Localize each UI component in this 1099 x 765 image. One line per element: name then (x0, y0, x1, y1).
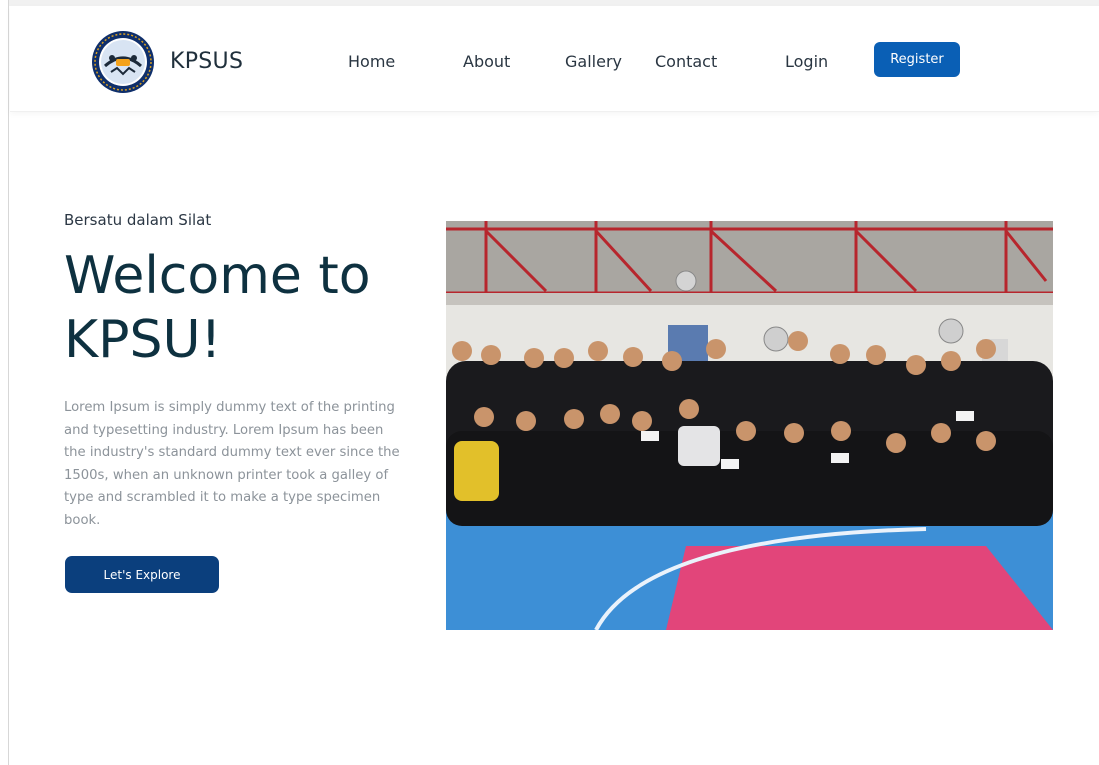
nav-link-gallery[interactable]: Gallery (565, 52, 622, 71)
nav-link-login[interactable]: Login (785, 52, 828, 71)
hero-title: Welcome to KPSU! (64, 244, 424, 372)
nav-link-contact[interactable]: Contact (655, 52, 717, 71)
hero-description: Lorem Ipsum is simply dummy text of the … (64, 400, 400, 528)
kpsus-emblem-icon[interactable] (91, 30, 155, 94)
window-left-edge (0, 0, 9, 765)
hero-title-line-2: KPSU! (64, 310, 222, 370)
nav-link-home[interactable]: Home (348, 52, 395, 71)
explore-button[interactable]: Let's Explore (65, 556, 219, 593)
register-button[interactable]: Register (874, 42, 960, 77)
group-photo-image (446, 221, 1053, 630)
hero-title-line-1: Welcome to (64, 246, 371, 306)
hero-tagline: Bersatu dalam Silat (64, 211, 212, 229)
navbar: KPSUS Home About Gallery Contact Login R… (10, 6, 1099, 112)
brand-name[interactable]: KPSUS (170, 49, 243, 74)
nav-link-about[interactable]: About (463, 52, 510, 71)
